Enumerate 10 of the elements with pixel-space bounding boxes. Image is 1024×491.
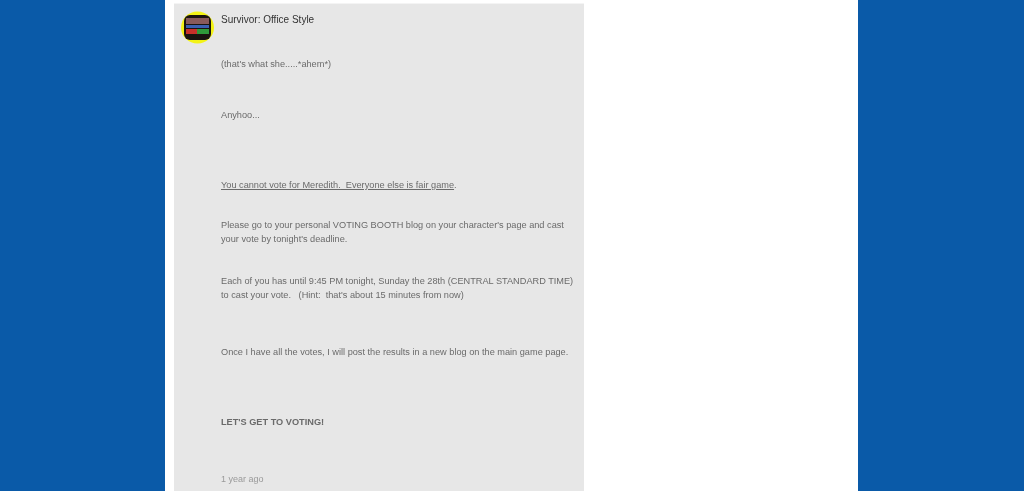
avatar-icon xyxy=(181,11,214,44)
paragraph: Please go to your personal VOTING BOOTH blog on your character's page and cast your vote by tonight's deadline. xyxy=(221,219,565,246)
paragraph: Once I have all the votes, I will post the results in a new blog on the main game page. xyxy=(221,346,570,359)
post-title: Survivor: Office Style xyxy=(221,14,315,27)
paragraph: You cannot vote for Meredith. Everyone else is fair game. xyxy=(221,179,458,192)
heading: LET'S GET TO VOTING! xyxy=(221,416,326,429)
paragraph: Anyhoo... xyxy=(221,109,261,122)
paragraph: (that's what she.....*ahem*) xyxy=(221,58,332,71)
timestamp: 1 year ago xyxy=(221,473,265,486)
paragraph: Each of you has until 9:45 PM tonight, Sunday the 28th (CENTRAL STANDARD TIME) to cast your vote. (Hint: that's about 15 minutes from now) xyxy=(221,275,575,302)
